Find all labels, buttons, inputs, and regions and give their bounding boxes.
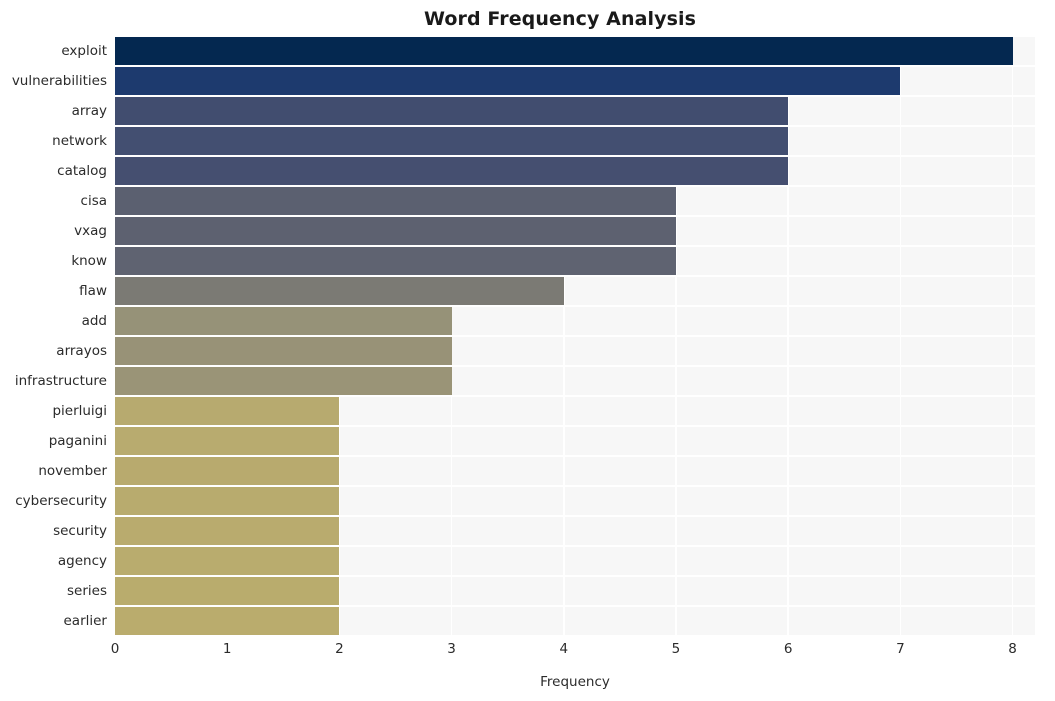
x-tick-label-3: 3	[447, 641, 456, 657]
bar-row	[115, 487, 1035, 515]
bar-row	[115, 187, 1035, 215]
bar-paganini[interactable]	[115, 427, 340, 455]
x-tick-label-0: 0	[110, 641, 120, 657]
bar-flaw[interactable]	[115, 277, 564, 305]
bar-vulnerabilities[interactable]	[115, 67, 901, 95]
y-tick-label-add: add	[81, 313, 107, 329]
bar-row	[115, 337, 1035, 365]
bar-row	[115, 517, 1035, 545]
x-tick-label-4: 4	[559, 641, 569, 657]
y-tick-label-exploit: exploit	[61, 43, 107, 59]
bar-infrastructure[interactable]	[115, 367, 452, 395]
x-axis-tick-labels: 0 1 2 3 4 5 6 7 8	[0, 636, 1055, 662]
bar-cisa[interactable]	[115, 187, 676, 215]
bar-security[interactable]	[115, 517, 340, 545]
y-tick-label-cybersecurity: cybersecurity	[15, 493, 107, 509]
y-tick-label-paganini: paganini	[48, 433, 107, 449]
y-tick-label-agency: agency	[57, 553, 107, 569]
bar-know[interactable]	[115, 247, 676, 275]
bar-vxag[interactable]	[115, 217, 676, 245]
x-axis-title: Frequency	[540, 674, 610, 690]
bar-row	[115, 547, 1035, 575]
bar-exploit[interactable]	[115, 37, 1013, 65]
bar-row	[115, 97, 1035, 125]
bar-add[interactable]	[115, 307, 452, 335]
y-tick-label-series: series	[67, 583, 107, 599]
bar-arrayos[interactable]	[115, 337, 452, 365]
y-tick-label-november: november	[38, 463, 107, 479]
x-tick-label-2: 2	[335, 641, 344, 657]
chart-title: Word Frequency Analysis	[423, 8, 697, 30]
bar-row	[115, 277, 1035, 305]
y-tick-label-vulnerabilities: vulnerabilities	[11, 73, 107, 89]
y-tick-label-cisa: cisa	[80, 193, 107, 209]
bar-pierluigi[interactable]	[115, 397, 340, 425]
y-axis-labels: exploit vulnerabilities array network catalo…	[0, 36, 107, 636]
plot-area	[115, 36, 1035, 636]
y-tick-label-catalog: catalog	[57, 163, 107, 179]
x-tick-label-5: 5	[671, 641, 681, 657]
bar-network[interactable]	[115, 127, 789, 155]
bar-row	[115, 217, 1035, 245]
bar-row	[115, 427, 1035, 455]
bar-array[interactable]	[115, 97, 789, 125]
x-tick-label-8: 8	[1008, 641, 1017, 657]
y-tick-label-vxag: vxag	[74, 223, 107, 239]
bar-row	[115, 457, 1035, 485]
bar-series[interactable]	[115, 577, 340, 605]
y-tick-label-array: array	[71, 103, 107, 119]
chart-figure: Word Frequency Analysis exploit vulnerabi…	[0, 0, 1055, 701]
y-tick-label-network: network	[52, 133, 107, 149]
bar-row	[115, 67, 1035, 95]
bar-earlier[interactable]	[115, 607, 340, 635]
bar-row	[115, 247, 1035, 275]
bar-row	[115, 577, 1035, 605]
y-tick-label-security: security	[53, 523, 107, 539]
bar-agency[interactable]	[115, 547, 340, 575]
bar-row	[115, 307, 1035, 335]
bar-catalog[interactable]	[115, 157, 789, 185]
bar-row	[115, 37, 1035, 65]
y-tick-label-arrayos: arrayos	[56, 343, 107, 359]
bar-cybersecurity[interactable]	[115, 487, 340, 515]
x-tick-label-7: 7	[896, 641, 905, 657]
bar-row	[115, 397, 1035, 425]
bar-row	[115, 157, 1035, 185]
bar-row	[115, 127, 1035, 155]
y-tick-label-know: know	[71, 253, 107, 269]
x-tick-label-6: 6	[783, 641, 793, 657]
y-tick-label-flaw: flaw	[79, 283, 107, 299]
y-tick-label-earlier: earlier	[63, 613, 108, 629]
bar-row	[115, 367, 1035, 395]
y-tick-label-pierluigi: pierluigi	[52, 403, 107, 419]
y-tick-label-infrastructure: infrastructure	[14, 373, 107, 389]
bar-row	[115, 607, 1035, 635]
bar-november[interactable]	[115, 457, 340, 485]
x-tick-label-1: 1	[222, 641, 232, 657]
